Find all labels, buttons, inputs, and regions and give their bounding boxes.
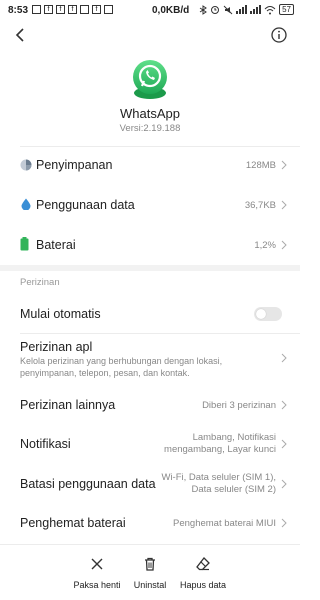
eraser-icon [196, 557, 210, 571]
battery-saver-row[interactable]: Penghemat baterai Penghemat baterai MIUI [0, 510, 300, 538]
app-permissions-label: Perizinan apl [20, 340, 93, 354]
data-limit-row[interactable]: Batasi penggunaan data Wi-Fi, Data selul… [0, 468, 300, 500]
close-x-icon [91, 558, 103, 570]
status-time: 8:53 [8, 5, 29, 16]
force-stop-label: Paksa henti [73, 580, 121, 590]
app-notification-icon [80, 5, 89, 14]
clear-data-label: Hapus data [179, 580, 227, 590]
trash-icon [145, 557, 155, 571]
uninstall-label: Uninstal [133, 580, 167, 590]
notifications-row[interactable]: Notifikasi Lambang, Notifikasi mengamban… [0, 428, 300, 460]
screen-icon [32, 5, 41, 14]
divider [0, 544, 300, 545]
data-usage-label: Penggunaan data [36, 198, 135, 212]
section-title: Perizinan [20, 277, 60, 288]
other-permissions-label: Perizinan lainnya [20, 398, 116, 412]
battery-label: Baterai [36, 238, 76, 252]
signal-icon [250, 5, 262, 14]
info-icon[interactable] [270, 26, 288, 44]
auto-start-label: Mulai otomatis [20, 307, 101, 321]
mute-icon [223, 5, 233, 14]
storage-label: Penyimpanan [36, 158, 113, 172]
storage-pie-icon [20, 159, 32, 171]
chevron-right-icon [281, 400, 287, 410]
divider [20, 146, 300, 147]
chevron-right-icon [281, 518, 287, 528]
data-limit-value-line2: Data seluler (SIM 2) [191, 484, 276, 495]
notification-icons: f f f f [32, 5, 113, 14]
data-limit-value-line1: Wi-Fi, Data seluler (SIM 1), [161, 472, 276, 483]
back-arrow-icon[interactable] [12, 26, 30, 44]
storage-row[interactable]: Penyimpanan 128MB [0, 152, 300, 180]
app-name: WhatsApp [120, 106, 180, 121]
battery-row[interactable]: Baterai 1,2% [0, 232, 300, 260]
battery-value: 1,2% [254, 240, 276, 251]
facebook-icon: f [92, 5, 101, 14]
data-limit-label: Batasi penggunaan data [20, 477, 156, 491]
notifications-value-line2: mengambang, Layar kunci [164, 444, 276, 455]
chevron-right-icon [281, 439, 287, 449]
network-speed: 0,0KB/d [152, 5, 190, 16]
app-version: Versi:2.19.188 [119, 123, 181, 134]
facebook-icon: f [44, 5, 53, 14]
chevron-right-icon [281, 240, 287, 250]
alarm-icon [211, 5, 220, 14]
data-usage-value: 36,7KB [244, 200, 276, 211]
water-drop-icon [21, 198, 31, 210]
chevron-right-icon [281, 479, 287, 489]
divider [20, 333, 300, 334]
clear-data-button[interactable]: Hapus data [168, 548, 238, 593]
bottom-action-bar: Paksa henti Uninstal Hapus data [0, 548, 300, 600]
section-divider [0, 265, 300, 271]
other-permissions-row[interactable]: Perizinan lainnya Diberi 3 perizinan [0, 392, 300, 420]
auto-start-toggle[interactable] [254, 307, 282, 321]
facebook-icon: f [68, 5, 77, 14]
data-usage-row[interactable]: Penggunaan data 36,7KB [0, 192, 300, 220]
battery-saver-label: Penghemat baterai [20, 516, 126, 530]
chevron-right-icon [281, 200, 287, 210]
app-bar [0, 24, 300, 48]
other-permissions-value: Diberi 3 perizinan [202, 400, 276, 411]
image-icon [104, 5, 113, 14]
chevron-right-icon [281, 353, 287, 363]
signal-icon [236, 5, 248, 14]
app-permissions-description: Kelola perizinan yang berhubungan dengan… [20, 356, 223, 378]
battery-icon [20, 237, 29, 251]
battery-icon: 57 [279, 4, 294, 15]
system-icons: 57 [199, 4, 294, 15]
wifi-icon [264, 5, 276, 14]
auto-start-row[interactable]: Mulai otomatis [0, 300, 300, 328]
bluetooth-icon [199, 4, 207, 15]
battery-saver-value: Penghemat baterai MIUI [173, 518, 276, 529]
notifications-label: Notifikasi [20, 437, 71, 451]
facebook-icon: f [56, 5, 65, 14]
notifications-value-line1: Lambang, Notifikasi [192, 432, 276, 443]
status-bar: 8:53 f f f f 0,0KB/d 57 [0, 0, 300, 22]
storage-value: 128MB [245, 160, 276, 171]
whatsapp-logo-icon [133, 60, 167, 99]
chevron-right-icon [281, 160, 287, 170]
